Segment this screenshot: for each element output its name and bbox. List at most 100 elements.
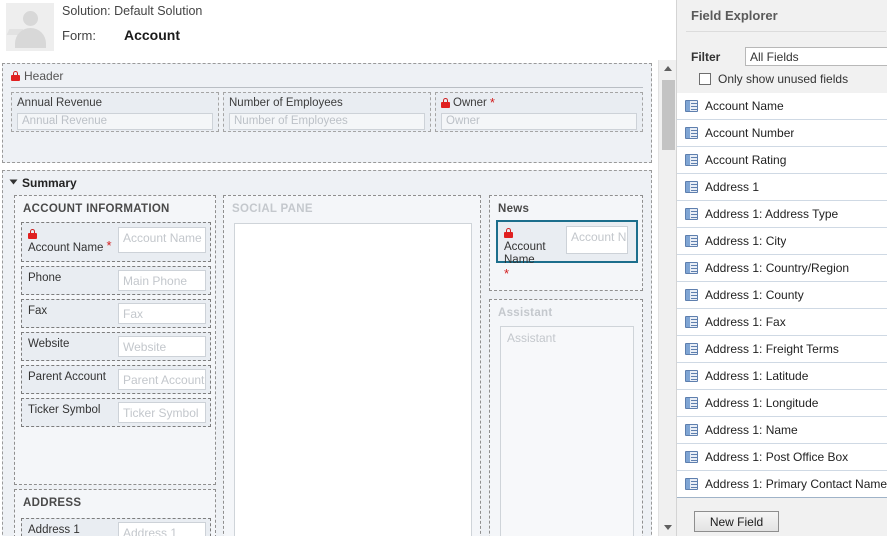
field-row-ticker-symbol[interactable]: Ticker Symbol Ticker Symbol (21, 398, 211, 427)
field-list-item[interactable]: Account Name (677, 93, 887, 120)
group-account-information[interactable]: ACCOUNT INFORMATION Account Name * Accou… (14, 195, 216, 485)
group-social-pane-title: SOCIAL PANE (232, 203, 313, 215)
header-field-input[interactable]: Number of Employees (229, 113, 425, 130)
solution-label: Solution: Default Solution (62, 4, 203, 18)
group-address-title: ADDRESS (23, 497, 82, 509)
field-list-item[interactable]: Address 1: County (677, 282, 887, 309)
only-unused-checkbox[interactable] (699, 73, 711, 85)
field-input[interactable]: Fax (118, 303, 206, 324)
field-list-item[interactable]: Address 1: Country/Region (677, 255, 887, 282)
field-input[interactable]: Parent Account (118, 369, 206, 390)
field-document-icon (685, 262, 698, 274)
header-field-owner[interactable]: Owner * Owner (435, 92, 643, 132)
field-list-item[interactable]: Address 1: Primary Contact Name (677, 471, 887, 497)
group-news[interactable]: News Account Name * Account Nam (489, 195, 643, 291)
field-document-icon (685, 235, 698, 247)
field-label-row: Account Name * (22, 223, 118, 255)
field-explorer-panel: Field Explorer Filter All Fields Only sh… (676, 0, 887, 536)
section-summary-title-row[interactable]: Summary (3, 171, 651, 190)
lock-icon (504, 228, 513, 238)
required-asterisk: * (504, 266, 510, 281)
scroll-down-arrow-icon[interactable] (659, 519, 677, 536)
field-list-item-label: Address 1: Longitude (705, 396, 819, 410)
field-list-item-label: Address 1: Latitude (705, 369, 809, 383)
field-input[interactable]: Main Phone (118, 270, 206, 291)
field-list-item[interactable]: Address 1: Address Type (677, 201, 887, 228)
field-list-item[interactable]: Account Number (677, 120, 887, 147)
required-asterisk: * (106, 238, 112, 253)
header-field-label: Annual Revenue (17, 97, 103, 109)
filter-select[interactable]: All Fields (745, 47, 887, 66)
field-list-item[interactable]: Address 1: Latitude (677, 363, 887, 390)
field-row-account-name[interactable]: Account Name * Account Name (21, 222, 211, 262)
field-label: Ticker Symbol (28, 404, 101, 416)
new-field-button[interactable]: New Field (694, 511, 779, 532)
group-assistant-title: Assistant (498, 307, 553, 319)
field-input[interactable]: Account Name (118, 227, 206, 253)
scroll-up-arrow-icon[interactable] (659, 60, 677, 77)
field-label: Account Name (28, 242, 104, 254)
field-input[interactable]: Address 1 (118, 522, 206, 536)
field-document-icon (685, 316, 698, 328)
field-explorer-title: Field Explorer (691, 8, 778, 23)
field-row-website[interactable]: Website Website (21, 332, 211, 361)
form-designer-area: Solution: Default Solution Form: Account … (0, 0, 676, 536)
lock-icon (441, 98, 450, 108)
field-label: Parent Account (28, 371, 106, 383)
field-list-item-label: Address 1: Fax (705, 315, 786, 329)
field-document-icon (685, 397, 698, 409)
field-input[interactable]: Account Nam (566, 226, 628, 254)
header-field-input[interactable]: Owner (441, 113, 637, 130)
assistant-box[interactable]: Assistant (500, 326, 634, 536)
field-input[interactable]: Website (118, 336, 206, 357)
header-field-input[interactable]: Annual Revenue (17, 113, 213, 130)
field-document-icon (685, 100, 698, 112)
section-header-title-row: Header (3, 64, 651, 83)
group-assistant[interactable]: Assistant Assistant (489, 299, 643, 536)
header-field-annual-revenue[interactable]: Annual Revenue Annual Revenue (11, 92, 219, 132)
field-list-item[interactable]: Address 1: Fax (677, 309, 887, 336)
triangle-collapse-icon[interactable] (9, 179, 18, 185)
required-asterisk: * (489, 96, 495, 110)
scrollbar-thumb[interactable] (662, 80, 675, 150)
form-canvas[interactable]: Header Annual Revenue Annual Revenue Num… (0, 60, 658, 536)
only-unused-row[interactable]: Only show unused fields (677, 69, 887, 89)
field-list-item[interactable]: Address 1: Name (677, 417, 887, 444)
group-address[interactable]: ADDRESS Address 1 Address 1 (14, 489, 216, 536)
canvas-vertical-scrollbar[interactable] (658, 60, 676, 536)
field-document-icon (685, 370, 698, 382)
lock-icon (11, 71, 20, 81)
field-list-item-label: Address 1: Primary Contact Name (705, 477, 887, 491)
field-list[interactable]: Account Name Account Number Account Rating… (677, 93, 887, 497)
field-row-fax[interactable]: Fax Fax (21, 299, 211, 328)
field-list-item[interactable]: Address 1: Freight Terms (677, 336, 887, 363)
field-list-item[interactable]: Address 1 (677, 174, 887, 201)
field-list-item[interactable]: Address 1: City (677, 228, 887, 255)
form-name-row: Form: Account (62, 27, 180, 43)
header-field-number-of-employees[interactable]: Number of Employees Number of Employees (223, 92, 431, 132)
section-header-rule (11, 87, 643, 88)
group-social-pane[interactable]: SOCIAL PANE (223, 195, 481, 536)
field-input[interactable]: Ticker Symbol (118, 402, 206, 423)
section-summary[interactable]: Summary ACCOUNT INFORMATION Account Name… (2, 170, 652, 536)
user-avatar-icon (6, 3, 54, 51)
field-row-parent-account[interactable]: Parent Account Parent Account (21, 365, 211, 394)
header-field-label: Owner (453, 97, 487, 109)
field-list-item-label: Address 1: Name (705, 423, 798, 437)
field-list-item[interactable]: Address 1: Post Office Box (677, 444, 887, 471)
field-row-phone[interactable]: Phone Main Phone (21, 266, 211, 295)
field-list-item[interactable]: Account Rating (677, 147, 887, 174)
form-value: Account (124, 27, 180, 43)
field-explorer-divider (686, 31, 886, 32)
field-row-news-account-name[interactable]: Account Name * Account Nam (496, 220, 638, 280)
section-header[interactable]: Header Annual Revenue Annual Revenue Num… (2, 63, 652, 163)
field-list-item[interactable]: Address 1: Longitude (677, 390, 887, 417)
field-document-icon (685, 343, 698, 355)
social-pane-box[interactable] (234, 223, 472, 536)
field-row-address-1[interactable]: Address 1 Address 1 (21, 518, 211, 536)
field-list-bottom-divider (677, 497, 887, 498)
field-label: Website (28, 338, 70, 350)
form-title-strip: Solution: Default Solution Form: Account (0, 0, 676, 60)
field-label: Phone (28, 272, 62, 284)
lock-icon (28, 229, 37, 239)
